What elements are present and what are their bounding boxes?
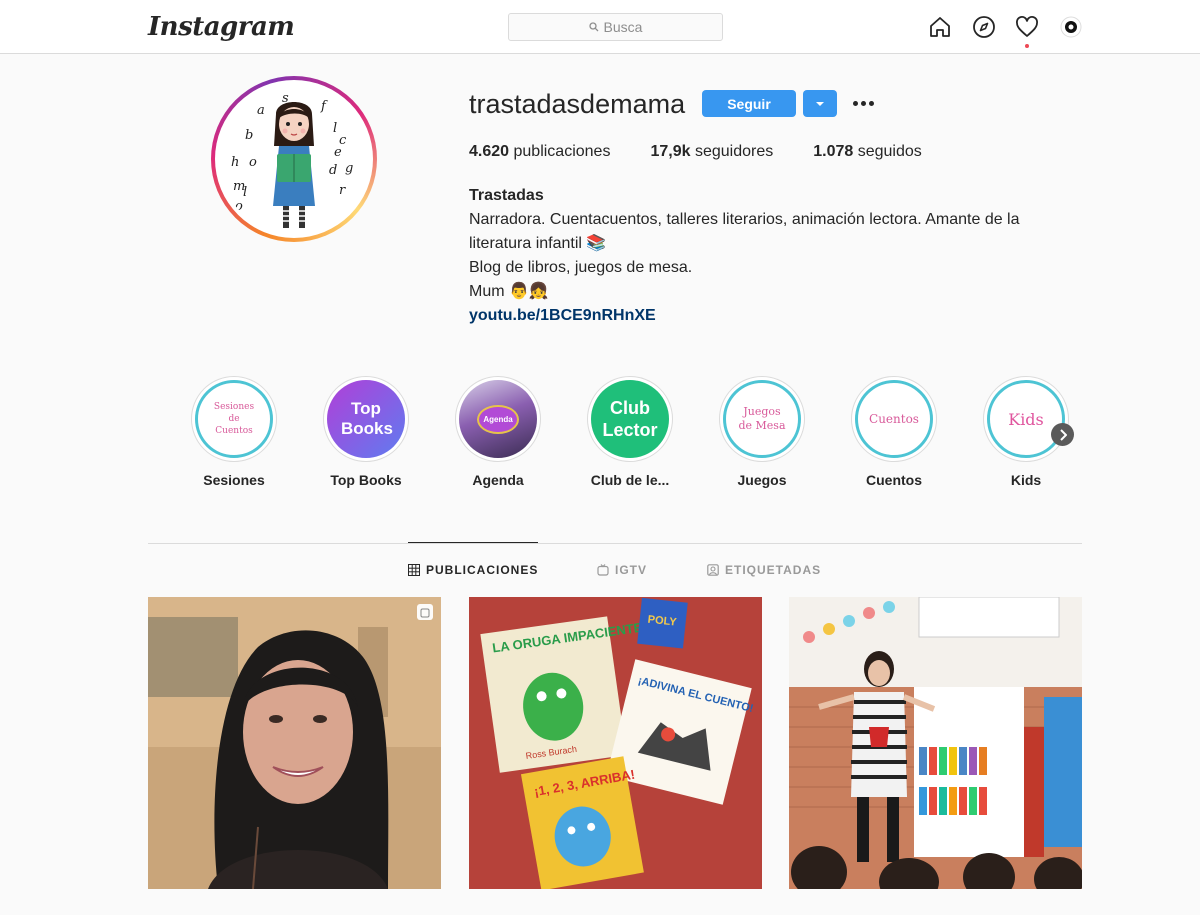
highlight-cover: Top Books [327,380,405,458]
posts-stat: 4.620 publicaciones [469,143,611,160]
igtv-icon [597,564,609,576]
followers-stat[interactable]: 17,9k seguidores [650,143,773,161]
caret-down-icon [816,101,824,106]
bio-line: Mum 👨👧 [469,283,549,300]
instagram-logo[interactable]: Instagram [148,12,295,42]
post-image-woman [148,597,441,889]
post-image-classroom [789,597,1082,889]
profile-stats: 4.620 publicaciones 17,9k seguidores 1.0… [469,143,962,161]
svg-text:l: l [333,121,337,136]
svg-text:a: a [257,103,265,118]
highlight-cover: Sesiones de Cuentos [195,380,273,458]
search-icon [588,22,598,32]
top-nav-bar: Instagram Busca [0,0,1200,54]
bio-line: Blog de libros, juegos de mesa. [469,259,693,276]
highlights-next-button[interactable] [1051,423,1074,446]
chevron-right-icon [1059,428,1067,441]
activity-heart-icon[interactable] [1015,15,1039,39]
highlight-club-lector[interactable]: Club Lector Club de le... [587,376,673,488]
tab-etiquetadas[interactable]: ETIQUETADAS [707,563,821,577]
svg-text:b: b [245,128,253,143]
svg-text:o: o [235,199,243,214]
svg-text:o: o [249,155,257,170]
profile-bio: Trastadas Narradora. Cuentacuentos, tall… [469,184,1049,328]
highlight-cover: Juegos de Mesa [723,380,801,458]
svg-text:f: f [320,99,328,114]
more-dots-icon [852,100,858,106]
bio-line: Narradora. Cuentacuentos, talleres liter… [469,211,1020,228]
highlight-cover: Cuentos [855,380,933,458]
avatar-illustration: asf lcb ohe d gm lor [231,91,353,228]
notification-dot [1025,44,1029,48]
more-options-button[interactable] [850,92,876,114]
tab-publicaciones[interactable]: PUBLICACIONES [408,563,538,577]
post-thumbnail[interactable]: LA ORUGA IMPACIENTE Ross Burach POLY ¡AD… [469,597,762,889]
highlight-sesiones[interactable]: Sesiones de Cuentos Sesiones [191,376,277,488]
svg-text:e: e [334,145,342,160]
tabs-divider [148,543,1082,544]
follow-button[interactable]: Seguir [702,90,796,117]
svg-text:g: g [345,161,353,176]
suggestions-dropdown-button[interactable] [803,90,837,117]
profile-username: trastadasdemama [469,89,686,119]
grid-icon [408,564,420,576]
highlight-cover: Club Lector [591,380,669,458]
highlight-cover: Kids [987,380,1065,458]
post-thumbnail[interactable] [789,597,1082,889]
search-input[interactable]: Busca [508,13,723,41]
bio-line: literatura infantil 📚 [469,235,607,252]
active-tab-indicator [408,542,538,543]
post-image-books: LA ORUGA IMPACIENTE Ross Burach POLY ¡AD… [469,597,762,889]
bio-link[interactable]: youtu.be/1BCE9nRHnXE [469,304,1049,328]
profile-full-name: Trastadas [469,187,544,204]
following-stat[interactable]: 1.078 seguidos [813,143,922,161]
svg-text:h: h [231,155,239,170]
search-placeholder: Busca [603,19,643,35]
home-icon[interactable] [928,15,952,39]
highlight-agenda[interactable]: Agenda Agenda [455,376,541,488]
profile-picture: asf lcb ohe dgm lor [219,84,369,234]
tagged-user-icon [707,564,719,576]
svg-text:l: l [243,185,247,200]
svg-text:d: d [329,163,337,178]
svg-text:r: r [339,183,346,198]
highlight-cover: Agenda [459,380,537,458]
highlight-cuentos[interactable]: Cuentos Cuentos [851,376,937,488]
post-thumbnail[interactable] [148,597,441,889]
explore-compass-icon[interactable] [972,15,996,39]
highlight-top-books[interactable]: Top Books Top Books [323,376,409,488]
tab-igtv[interactable]: IGTV [597,563,647,577]
profile-avatar-icon[interactable] [1059,15,1083,39]
highlight-juegos[interactable]: Juegos de Mesa Juegos [719,376,805,488]
profile-avatar[interactable]: asf lcb ohe dgm lor [211,76,377,242]
